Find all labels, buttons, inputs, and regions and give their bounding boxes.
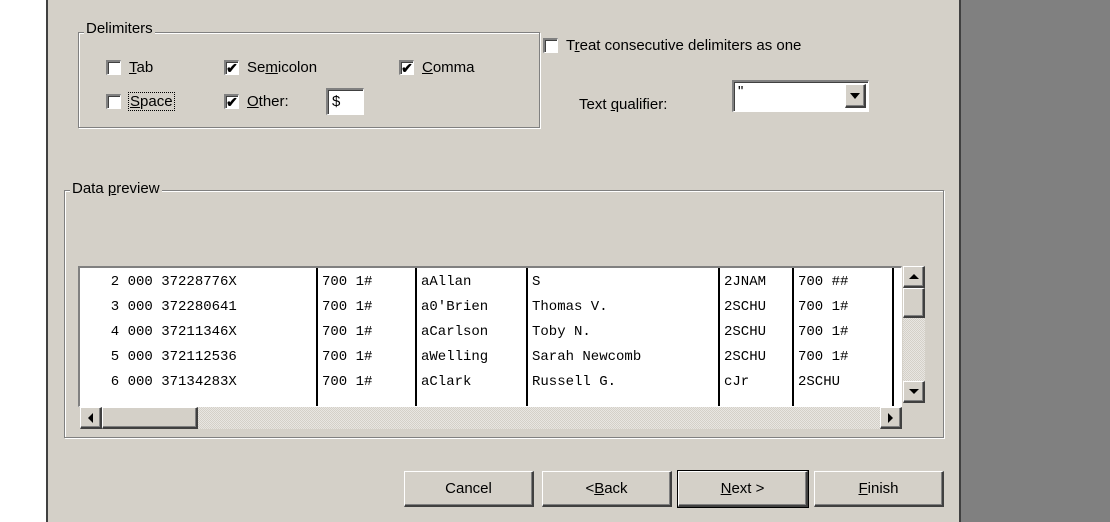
arrow-up-icon [908, 274, 919, 279]
preview-cell: 5 000 372112536 [94, 349, 237, 365]
semicolon-checkbox-box[interactable]: ✔ [224, 60, 239, 75]
treat-consecutive-label: Treat consecutive delimiters as one [566, 37, 802, 54]
space-checkbox-label: Space [128, 92, 175, 111]
text-qualifier-label: Text qualifier: [579, 96, 668, 113]
text-import-wizard-dialog: Delimiters Tab ✔ Semicolon ✔ Comma Space… [46, 0, 961, 522]
text-qualifier-value: " [738, 83, 744, 100]
preview-cell: S [532, 274, 541, 290]
tab-checkbox-box[interactable] [106, 60, 121, 75]
arrow-right-icon [888, 412, 893, 423]
preview-horizontal-scrollbar[interactable] [80, 407, 902, 429]
preview-cell: Russell G. [532, 374, 617, 390]
other-checkbox-label: Other: [247, 93, 289, 110]
cancel-button[interactable]: Cancel [404, 471, 534, 507]
preview-cell: aClark [421, 374, 472, 390]
treat-consecutive-checkbox-box[interactable] [543, 38, 558, 53]
comma-checkbox-label: Comma [422, 59, 475, 76]
left-background [0, 0, 46, 522]
preview-cell: 700 1# [798, 349, 849, 365]
preview-cell: aAllan [421, 274, 472, 290]
preview-cell: 2SCHU [724, 324, 767, 340]
table-row: 4 000 37211346X 700 1# aCarlson Toby N. 2SCH… [80, 322, 901, 342]
text-qualifier-select[interactable]: " [732, 80, 869, 112]
preview-cell: Sarah Newcomb [532, 349, 642, 365]
preview-cell: 4 000 37211346X [94, 324, 237, 340]
data-preview-group-label: Data preview [70, 180, 162, 197]
preview-cell: aCarlson [421, 324, 489, 340]
preview-cell: 700 1# [798, 324, 849, 340]
chevron-down-icon [850, 92, 860, 99]
preview-cell: 2 000 37228776X [94, 274, 237, 290]
text-qualifier-dropdown-button[interactable] [845, 84, 866, 108]
preview-cell: 3 000 372280641 [94, 299, 237, 315]
scroll-down-button[interactable] [903, 381, 925, 403]
table-row: 3 000 372280641 700 1# a0'Brien Thomas V. 2S… [80, 297, 901, 317]
tab-checkbox-label: Tab [129, 59, 154, 76]
preview-cell: Thomas V. [532, 299, 608, 315]
preview-cell: aWelling [421, 349, 489, 365]
arrow-down-icon [908, 389, 919, 394]
vertical-scroll-thumb[interactable] [903, 288, 925, 318]
preview-vertical-scrollbar[interactable] [903, 266, 925, 403]
preview-cell: 2JNAM [724, 274, 767, 290]
table-row: 5 000 372112536 700 1# aWelling Sarah Newco… [80, 347, 901, 367]
semicolon-checkbox[interactable]: ✔ Semicolon [224, 59, 317, 76]
preview-cell: a0'Brien [421, 299, 489, 315]
back-button[interactable]: < Back [542, 471, 672, 507]
preview-cell: 700 1# [322, 349, 373, 365]
space-checkbox[interactable]: Space [106, 92, 175, 111]
table-row: 2 000 37228776X 700 1# aAllan S 2JNAM 700 ## [80, 272, 901, 292]
finish-button[interactable]: Finish [814, 471, 944, 507]
other-checkbox-box[interactable]: ✔ [224, 94, 239, 109]
preview-cell: 2SCHU [798, 374, 841, 390]
scroll-right-button[interactable] [880, 407, 902, 429]
semicolon-checkbox-label: Semicolon [247, 59, 318, 76]
preview-cell: 2SCHU [724, 299, 767, 315]
preview-cell: Toby N. [532, 324, 591, 340]
preview-cell: cJr [724, 374, 750, 390]
space-checkbox-box[interactable] [106, 94, 121, 109]
treat-consecutive-checkbox[interactable]: Treat consecutive delimiters as one [543, 37, 801, 54]
preview-cell: 700 1# [798, 299, 849, 315]
horizontal-scroll-thumb[interactable] [102, 407, 198, 429]
preview-cell: 2SCHU [724, 349, 767, 365]
other-delimiter-input[interactable]: $ [326, 88, 364, 115]
data-preview-grid[interactable]: 2 000 37228776X 700 1# aAllan S 2JNAM 700 ## … [78, 266, 902, 407]
preview-cell: 700 1# [322, 299, 373, 315]
tab-checkbox[interactable]: Tab [106, 59, 153, 76]
next-button[interactable]: Next > [677, 470, 809, 508]
preview-cell: 700 1# [322, 274, 373, 290]
preview-cell: 6 000 37134283X [94, 374, 237, 390]
scroll-left-button[interactable] [80, 407, 102, 429]
table-row: 6 000 37134283X 700 1# aClark Russell G. cJr… [80, 372, 901, 392]
comma-checkbox[interactable]: ✔ Comma [399, 59, 475, 76]
preview-cell: 700 ## [798, 274, 849, 290]
preview-cell: 700 1# [322, 324, 373, 340]
horizontal-scroll-track[interactable] [80, 407, 902, 429]
comma-checkbox-box[interactable]: ✔ [399, 60, 414, 75]
right-background-pane [961, 0, 1110, 522]
arrow-left-icon [88, 412, 93, 423]
other-checkbox[interactable]: ✔ Other: [224, 93, 289, 110]
delimiters-group [78, 32, 540, 128]
preview-cell: 700 1# [322, 374, 373, 390]
delimiters-group-label: Delimiters [84, 20, 155, 37]
scroll-up-button[interactable] [903, 266, 925, 288]
